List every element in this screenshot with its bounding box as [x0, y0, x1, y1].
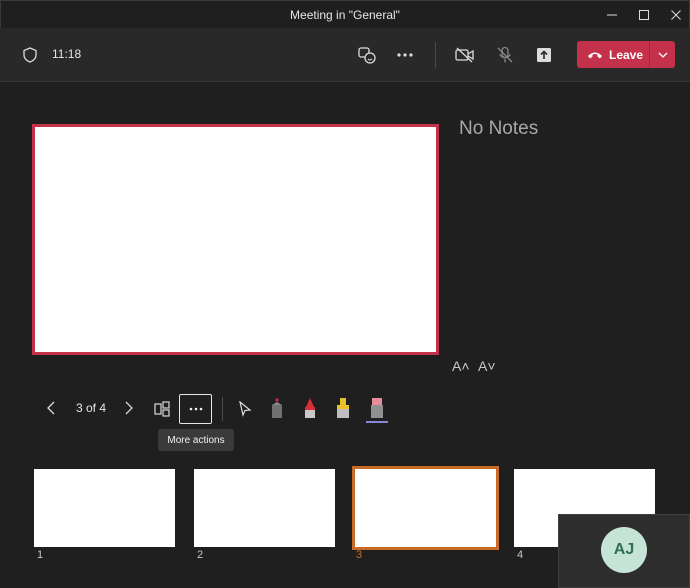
next-slide-button[interactable]: [120, 398, 138, 418]
mic-toggle[interactable]: [494, 44, 516, 66]
more-actions-tooltip: More actions: [158, 429, 234, 451]
share-icon: [537, 48, 551, 62]
more-actions-button[interactable]: [179, 394, 212, 424]
thumbnail-number: 4: [517, 549, 524, 561]
laser-pointer-icon: [239, 401, 252, 417]
share-button[interactable]: [533, 44, 555, 66]
current-slide: [32, 124, 439, 355]
slide-counter: 3 of 4: [76, 401, 107, 415]
pen-tool-button[interactable]: [268, 395, 286, 421]
phone-hangup-icon: [588, 52, 602, 58]
leave-options-button[interactable]: [650, 41, 675, 68]
previous-slide-button[interactable]: [42, 398, 60, 418]
leave-label: Leave: [609, 47, 644, 62]
shield-icon: [21, 46, 39, 64]
thumbnail-number: 2: [197, 549, 204, 561]
camera-off-icon: [455, 47, 474, 63]
avatar: AJ: [601, 527, 647, 573]
close-button[interactable]: [661, 1, 690, 29]
prev-icon: [47, 401, 55, 415]
minimize-icon: [607, 14, 617, 16]
mic-off-icon: [497, 46, 513, 63]
thumbnail-number: 3: [356, 549, 363, 561]
maximize-button[interactable]: [629, 1, 659, 29]
pen-icon: [272, 398, 282, 418]
font-decrease-button[interactable]: A˅: [478, 358, 496, 374]
presenter-controls: 3 of 4: [0, 387, 400, 429]
meeting-toolbar: 11:18 Leave: [0, 28, 690, 82]
reactions-icon: [358, 47, 376, 64]
meeting-time: 11:18: [52, 47, 82, 61]
slide-thumbnail-1[interactable]: [34, 469, 175, 547]
chevron-down-icon: [658, 52, 667, 58]
marker-icon: [305, 398, 315, 418]
highlighter-tool-button[interactable]: [334, 395, 352, 421]
slide-thumbnail-2[interactable]: [194, 469, 335, 547]
reactions-button[interactable]: [356, 44, 378, 66]
next-icon: [125, 401, 133, 415]
toolbar-divider: [435, 42, 436, 68]
thumbnail-number: 1: [37, 549, 44, 561]
font-increase-button[interactable]: A˄: [452, 358, 470, 374]
maximize-icon: [639, 10, 649, 20]
self-view-tile[interactable]: AJ: [558, 514, 690, 588]
window-title: Meeting in "General": [290, 8, 400, 22]
slide-thumbnail-3[interactable]: [350, 464, 501, 552]
slide-grid-button[interactable]: [152, 399, 172, 419]
minimize-button[interactable]: [597, 1, 627, 29]
controls-divider: [222, 397, 223, 421]
more-icon: [397, 53, 413, 57]
marker-tool-button[interactable]: [301, 395, 319, 421]
title-bar: Meeting in "General": [0, 0, 690, 28]
eraser-tool-button[interactable]: [364, 395, 390, 425]
more-button[interactable]: [394, 44, 416, 66]
laser-pointer-button[interactable]: [236, 399, 254, 419]
thumbnails-icon: [154, 401, 170, 417]
close-icon: [671, 10, 681, 20]
highlighter-icon: [337, 398, 349, 418]
camera-toggle[interactable]: [454, 44, 476, 66]
presentation-stage: No Notes A˄ A˅ 3 of 4 More actions 1 2 3…: [0, 82, 690, 588]
speaker-notes: No Notes: [459, 118, 539, 139]
eraser-icon: [366, 398, 388, 423]
leave-button[interactable]: Leave: [577, 41, 675, 68]
more-icon: [189, 407, 202, 411]
